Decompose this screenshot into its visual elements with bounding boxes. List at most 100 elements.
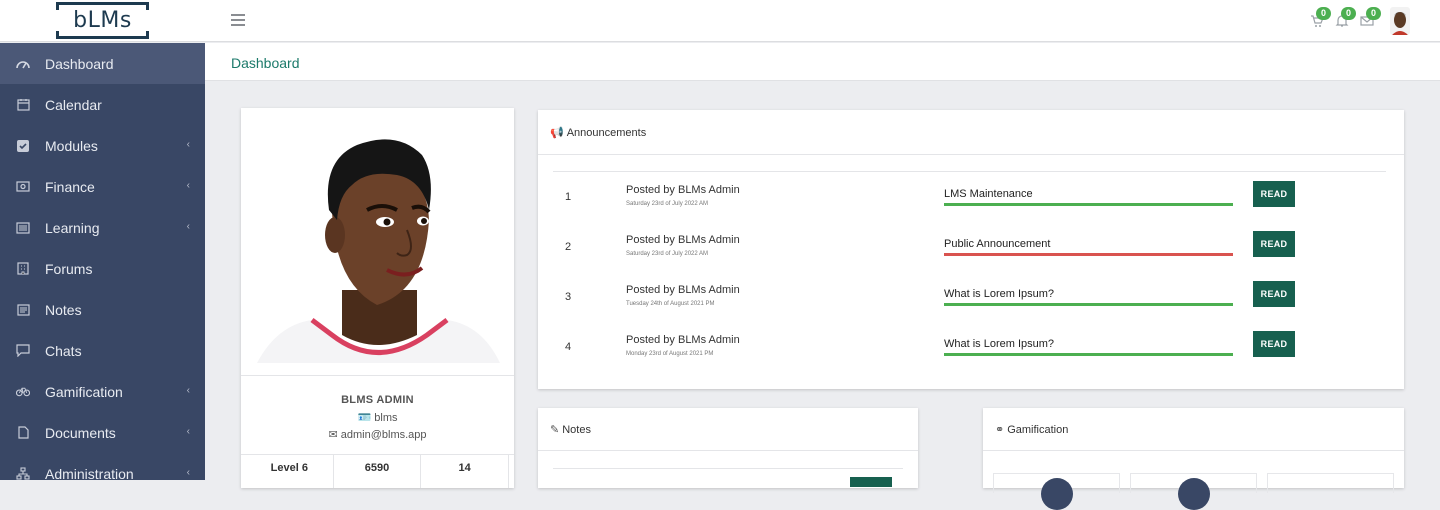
sidebar-item-label: Gamification [45, 383, 123, 400]
cart-button[interactable]: 0 [1310, 7, 1331, 28]
table-row: 1 Posted by BLMs Admin Saturday 23rd of … [553, 172, 1386, 222]
divider [553, 468, 903, 469]
posted-date: Saturday 23rd of July 2022 AM [626, 251, 709, 257]
card-header: ⚭ Gamification [983, 408, 1404, 451]
chevron-left-icon: ‹ [186, 385, 190, 396]
announcements-title: Announcements [566, 126, 647, 139]
posted-by: Posted by BLMs Admin [626, 234, 740, 246]
row-number: 3 [565, 291, 572, 303]
logo-text: bLMs [73, 8, 132, 33]
gamification-card: ⚭ Gamification [983, 408, 1404, 510]
sidebar-item-label: Dashboard [45, 55, 114, 72]
announcements-card: 📢 Announcements 1 Posted by BLMs Admin S… [538, 110, 1404, 389]
edit-icon: ✎ [550, 424, 560, 436]
sidebar-item-notes[interactable]: Notes [0, 289, 205, 330]
envelope-icon: ✉ [328, 429, 338, 441]
calendar-icon [16, 98, 30, 112]
sidebar-item-calendar[interactable]: Calendar [0, 84, 205, 125]
stat-points: 6590 [334, 455, 422, 488]
notes-title: Notes [562, 423, 591, 436]
menu-toggle-icon[interactable] [231, 14, 245, 26]
sidebar-item-label: Modules [45, 137, 98, 154]
profile-avatar [257, 130, 500, 363]
announcement-title: What is Lorem Ipsum? [944, 338, 1055, 350]
sidebar-item-administration[interactable]: Administration ‹ [0, 453, 205, 494]
sidebar-item-finance[interactable]: Finance ‹ [0, 166, 205, 207]
notes-icon [16, 303, 30, 317]
announcement-title: What is Lorem Ipsum? [944, 288, 1055, 300]
sidebar-item-label: Calendar [45, 96, 102, 113]
profile-divider [241, 375, 514, 376]
status-bar [944, 253, 1233, 256]
profile-username: blms [374, 412, 398, 424]
row-number: 4 [565, 341, 572, 353]
read-button[interactable]: READ [1253, 231, 1295, 257]
posted-date: Monday 23rd of August 2021 PM [626, 351, 714, 357]
sidebar-item-label: Finance [45, 178, 95, 195]
notes-action-button[interactable] [850, 477, 892, 487]
app-logo[interactable]: bLMs [56, 2, 149, 39]
chat-icon [16, 344, 30, 358]
breadcrumb-dashboard-link[interactable]: Dashboard [231, 55, 300, 71]
sidebar-item-documents[interactable]: Documents ‹ [0, 412, 205, 453]
sidebar-item-label: Documents [45, 424, 116, 441]
bicycle-icon: ⚭ [995, 424, 1005, 436]
gamification-tile[interactable] [993, 473, 1120, 510]
table-row: 3 Posted by BLMs Admin Tuesday 24th of A… [553, 272, 1386, 322]
card-title: ✎ Notes [550, 423, 591, 437]
checkbox-icon [16, 139, 30, 153]
sidebar-item-forums[interactable]: Forums [0, 248, 205, 289]
sidebar-item-dashboard[interactable]: Dashboard [0, 43, 205, 84]
breadcrumb: Dashboard [205, 43, 1440, 81]
sidebar-item-label: Learning [45, 219, 100, 236]
messages-button[interactable]: 0 [1360, 7, 1381, 28]
card-header: 📢 Announcements [538, 110, 1404, 155]
read-button[interactable]: READ [1253, 281, 1295, 307]
sidebar-item-modules[interactable]: Modules ‹ [0, 125, 205, 166]
card-title: ⚭ Gamification [995, 423, 1069, 437]
sidebar-item-chats[interactable]: Chats [0, 330, 205, 371]
cart-count-badge: 0 [1316, 7, 1331, 20]
gamification-tile[interactable] [1267, 473, 1394, 493]
gamification-tile[interactable] [1130, 473, 1257, 510]
dashboard-icon [16, 57, 30, 71]
announcement-title: Public Announcement [944, 238, 1051, 250]
badge-image [1041, 478, 1073, 510]
table-row: 4 Posted by BLMs Admin Monday 23rd of Au… [553, 322, 1386, 372]
row-number: 1 [565, 191, 572, 203]
id-card-icon: 🪪 [357, 412, 372, 424]
profile-email-row: ✉ admin@blms.app [241, 428, 514, 441]
profile-username-row: 🪪 blms [241, 411, 514, 424]
row-number: 2 [565, 241, 572, 253]
profile-email: admin@blms.app [340, 429, 427, 441]
user-avatar[interactable] [1390, 7, 1410, 35]
stat-level: Level 6 [246, 455, 334, 488]
profile-card: BLMS ADMIN 🪪 blms ✉ admin@blms.app Level… [241, 108, 514, 488]
money-icon [16, 180, 30, 194]
megaphone-icon: 📢 [550, 127, 564, 139]
sidebar-item-learning[interactable]: Learning ‹ [0, 207, 205, 248]
sidebar: Dashboard Calendar Modules ‹ Finance ‹ L… [0, 43, 205, 482]
read-button[interactable]: READ [1253, 181, 1295, 207]
logo-frame-bottom [56, 31, 149, 39]
status-bar [944, 353, 1233, 356]
read-button[interactable]: READ [1253, 331, 1295, 357]
card-header: ✎ Notes [538, 408, 918, 451]
sidebar-item-gamification[interactable]: Gamification ‹ [0, 371, 205, 412]
sidebar-item-label: Chats [45, 342, 82, 359]
sidebar-item-label: Notes [45, 301, 82, 318]
posted-by: Posted by BLMs Admin [626, 184, 740, 196]
posted-date: Tuesday 24th of August 2021 PM [626, 301, 715, 307]
profile-name: BLMS ADMIN [341, 394, 414, 406]
bicycle-icon [16, 385, 30, 399]
document-icon [16, 426, 30, 440]
badge-image [1178, 478, 1210, 510]
posted-by: Posted by BLMs Admin [626, 334, 740, 346]
gamification-title: Gamification [1007, 423, 1069, 436]
notifications-button[interactable]: 0 [1335, 7, 1356, 28]
notifications-count-badge: 0 [1341, 7, 1356, 20]
card-title: 📢 Announcements [550, 126, 647, 140]
chevron-left-icon: ‹ [186, 221, 190, 232]
top-bar: bLMs 0 0 0 [0, 0, 1440, 42]
list-icon [16, 221, 30, 235]
